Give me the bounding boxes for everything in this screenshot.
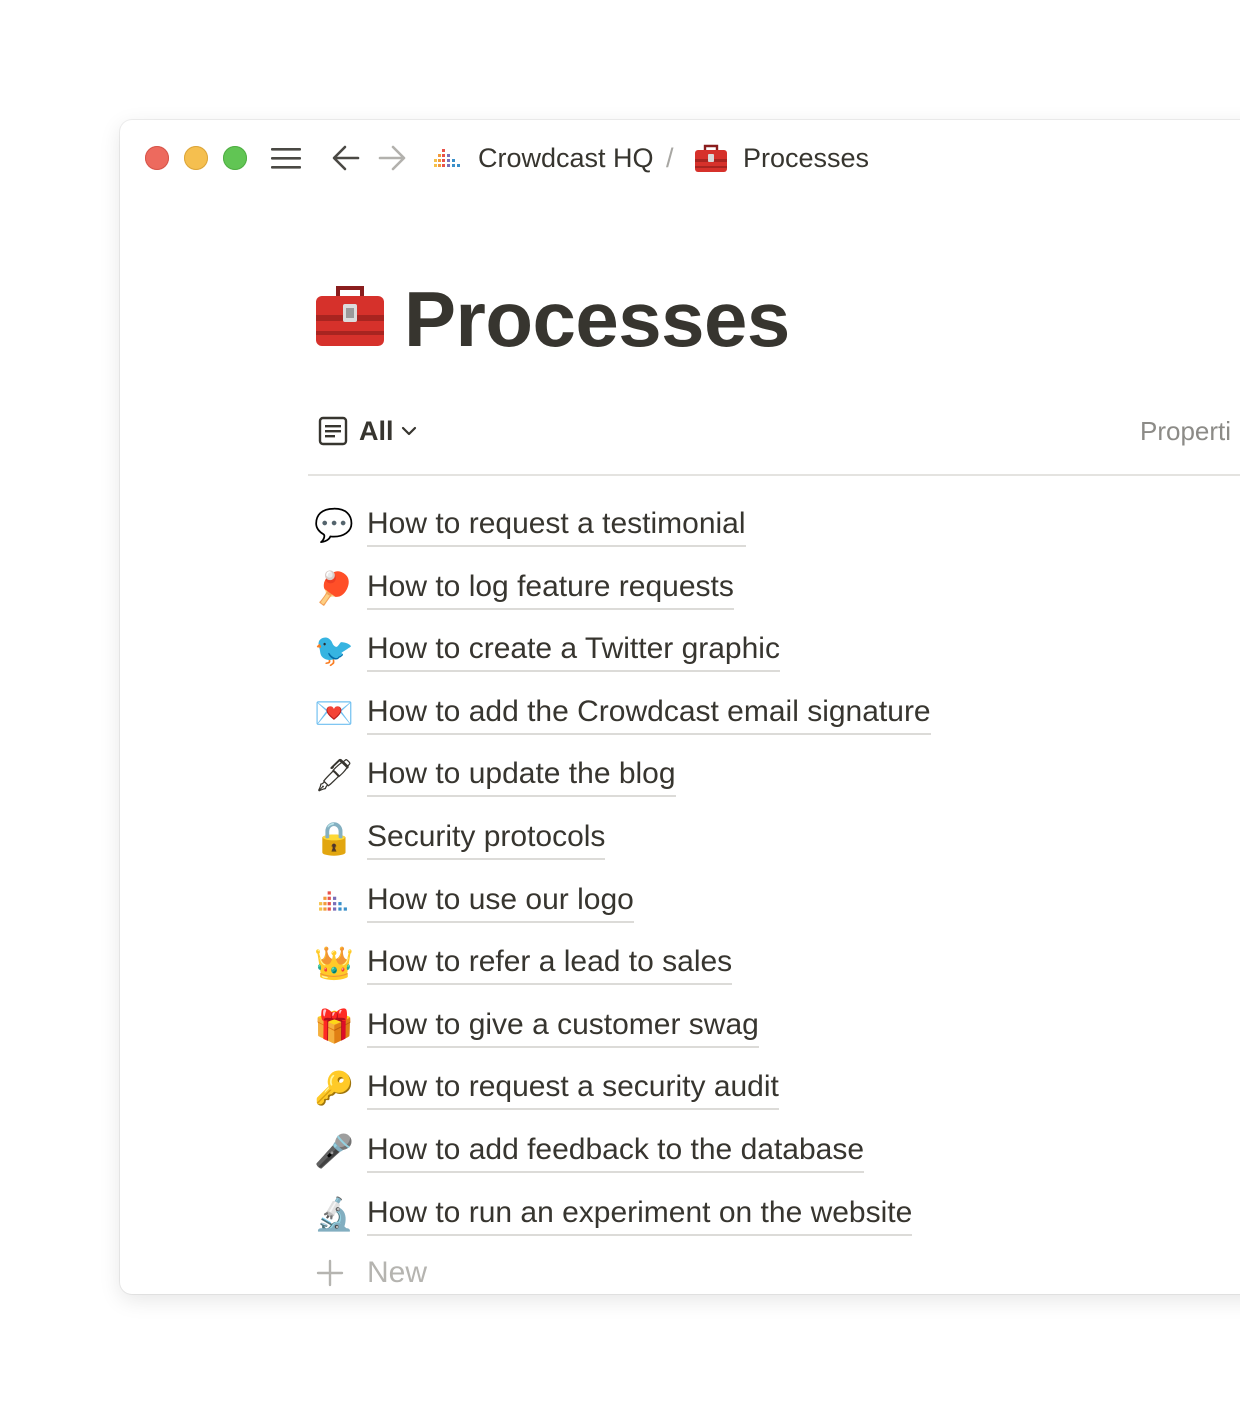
view-bar: All Properti xyxy=(310,410,1240,452)
list-item[interactable]: 🔑 How to request a security audit xyxy=(310,1063,1210,1126)
breadcrumb-workspace[interactable]: Crowdcast HQ xyxy=(478,140,654,176)
forward-arrow-icon[interactable] xyxy=(376,142,408,174)
chevron-down-icon[interactable] xyxy=(400,422,418,440)
view-selector[interactable]: All xyxy=(359,414,394,448)
bird-icon: 🐦 xyxy=(314,632,354,669)
list-item[interactable]: 👑 How to refer a lead to sales xyxy=(310,938,1210,1001)
plus-icon xyxy=(316,1259,344,1287)
zoom-window-button[interactable] xyxy=(223,146,247,170)
toolbox-icon[interactable] xyxy=(314,281,386,349)
new-item-label: New xyxy=(367,1256,428,1290)
pen-icon: 🖋 xyxy=(314,757,355,794)
sidebar-menu-icon[interactable] xyxy=(270,142,302,174)
back-arrow-icon[interactable] xyxy=(330,142,362,174)
love-letter-icon: 💌 xyxy=(314,694,354,731)
page-list: 💬 How to request a testimonial 🏓 How to … xyxy=(310,500,1210,1294)
list-item-label[interactable]: Security protocols xyxy=(367,817,606,860)
list-item[interactable]: 💬 How to request a testimonial xyxy=(310,500,1210,563)
microphone-icon: 🎤 xyxy=(314,1132,354,1169)
crowdcast-logo-icon xyxy=(314,882,352,920)
list-item[interactable]: 🎁 How to give a customer swag xyxy=(310,1001,1210,1064)
list-item-label[interactable]: How to use our logo xyxy=(367,880,634,923)
toolbox-icon xyxy=(695,144,727,172)
speech-bubble-icon: 💬 xyxy=(314,507,354,543)
app-window: Crowdcast HQ / Processes Processes All P… xyxy=(120,120,1240,1294)
crowdcast-logo-icon xyxy=(434,149,460,167)
crown-icon: 👑 xyxy=(314,945,354,982)
properties-button[interactable]: Properti xyxy=(1140,414,1231,448)
list-item[interactable]: 💌 How to add the Crowdcast email signatu… xyxy=(310,688,1210,751)
list-item-label[interactable]: How to update the blog xyxy=(367,754,676,798)
list-item-label[interactable]: How to log feature requests xyxy=(367,567,734,610)
title-bar: Crowdcast HQ / Processes xyxy=(120,120,1240,196)
microscope-icon: 🔬 xyxy=(314,1195,354,1232)
list-item-label[interactable]: How to add feedback to the database xyxy=(367,1130,865,1173)
list-item-label[interactable]: How to request a security audit xyxy=(367,1067,779,1111)
list-item[interactable]: 🏓 How to log feature requests xyxy=(310,563,1210,626)
list-item-label[interactable]: How to run an experiment on the website xyxy=(367,1193,913,1236)
breadcrumb-separator: / xyxy=(666,143,674,173)
list-item-label[interactable]: How to give a customer swag xyxy=(367,1005,759,1048)
new-item-button[interactable]: New xyxy=(310,1251,1210,1294)
list-item[interactable]: 🎤 How to add feedback to the database xyxy=(310,1126,1210,1189)
list-item-label[interactable]: How to refer a lead to sales xyxy=(367,942,733,986)
list-view-icon[interactable] xyxy=(318,416,348,446)
list-item[interactable]: How to use our logo xyxy=(310,876,1210,939)
list-item[interactable]: 🔒 Security protocols xyxy=(310,813,1210,876)
page-title[interactable]: Processes xyxy=(404,275,790,363)
list-item[interactable]: 🔬 How to run an experiment on the websit… xyxy=(310,1189,1210,1252)
close-window-button[interactable] xyxy=(145,146,169,170)
divider xyxy=(308,474,1240,476)
list-item[interactable]: 🖋 How to update the blog xyxy=(310,750,1210,813)
breadcrumb-page[interactable]: Processes xyxy=(743,140,869,176)
padlock-icon: 🔒 xyxy=(314,819,354,856)
list-item-label[interactable]: How to create a Twitter graphic xyxy=(367,629,780,673)
key-icon: 🔑 xyxy=(314,1070,354,1107)
list-item-label[interactable]: How to add the Crowdcast email signature xyxy=(367,692,931,735)
list-item-label[interactable]: How to request a testimonial xyxy=(367,504,746,547)
gift-icon: 🎁 xyxy=(314,1007,354,1044)
minimize-window-button[interactable] xyxy=(184,146,208,170)
list-item[interactable]: 🐦 How to create a Twitter graphic xyxy=(310,625,1210,688)
ping-pong-icon: 🏓 xyxy=(314,569,354,606)
